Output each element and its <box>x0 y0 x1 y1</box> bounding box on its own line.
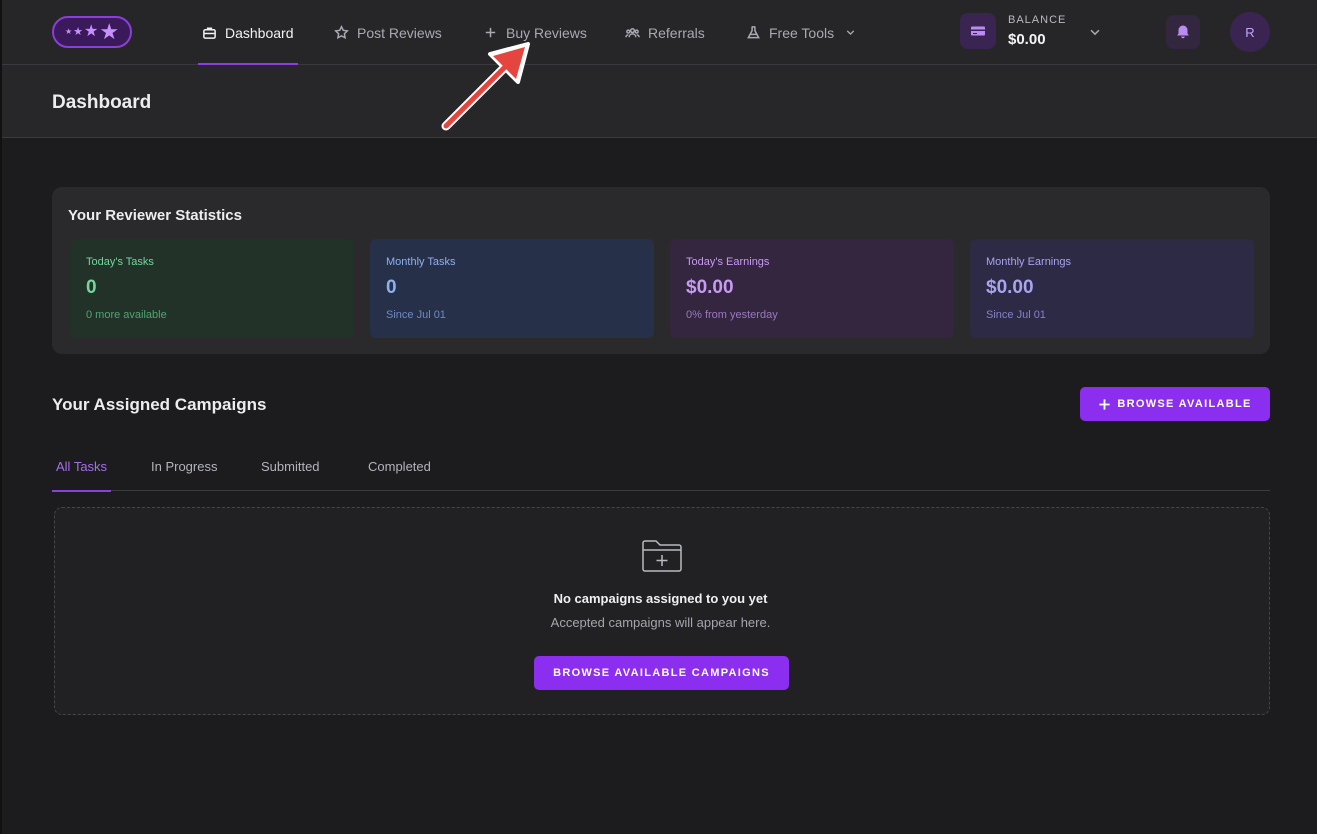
folder-plus-icon <box>641 538 683 574</box>
nav-item-referrals[interactable]: Referrals <box>625 0 705 65</box>
chevron-down-icon[interactable] <box>1088 25 1102 39</box>
page-header <box>2 65 1317 138</box>
nav-item-label: Free Tools <box>769 24 835 41</box>
balance-label: BALANCE <box>1008 14 1067 26</box>
stat-subtext: Since Jul 01 <box>386 309 446 321</box>
tab-completed[interactable]: Completed <box>368 442 431 491</box>
empty-state-subtitle: Accepted campaigns will appear here. <box>550 615 771 630</box>
avatar[interactable]: R <box>1230 12 1270 52</box>
chevron-down-icon <box>846 30 855 36</box>
stat-label: Monthly Tasks <box>386 256 456 268</box>
users-icon <box>625 28 640 38</box>
stat-card-todays-earnings: Today's Earnings $0.00 0% from yesterday <box>670 239 954 338</box>
stat-card-todays-tasks: Today's Tasks 0 0 more available <box>70 239 354 338</box>
stat-card-monthly-tasks: Monthly Tasks 0 Since Jul 01 <box>370 239 654 338</box>
logo[interactable]: ★ ★ ★ ★ <box>52 16 132 48</box>
tab-all-tasks[interactable]: All Tasks <box>52 442 112 492</box>
stat-subtext: 0 more available <box>86 309 167 321</box>
campaigns-title: Your Assigned Campaigns <box>52 395 267 414</box>
nav-item-label: Referrals <box>648 24 705 41</box>
annotation-arrow-icon <box>441 42 530 131</box>
stat-card-monthly-earnings: Monthly Earnings $0.00 Since Jul 01 <box>970 239 1254 338</box>
nav-item-dashboard[interactable]: Dashboard <box>198 0 297 65</box>
nav-item-post-reviews[interactable]: Post Reviews <box>334 0 442 65</box>
page-title: Dashboard <box>52 92 152 113</box>
stat-value: $0.00 <box>986 277 1034 298</box>
balance-value: $0.00 <box>1008 31 1046 48</box>
star-icon: ★ <box>99 19 120 44</box>
browse-available-button[interactable]: BROWSE AVAILABLE <box>1080 387 1270 421</box>
nav-item-label: Post Reviews <box>357 24 442 41</box>
top-navigation: ★ ★ ★ ★ Dashboard Post Reviews Buy Revie… <box>2 0 1317 65</box>
statistics-title: Your Reviewer Statistics <box>68 207 242 224</box>
bell-icon[interactable] <box>1166 15 1200 49</box>
star-icon: ★ <box>73 25 83 38</box>
star-icon: ★ <box>83 23 99 40</box>
stat-label: Today's Earnings <box>686 256 770 268</box>
browse-available-campaigns-button[interactable]: BROWSE AVAILABLE CAMPAIGNS <box>534 656 789 690</box>
campaign-tabs: All Tasks In Progress Submitted Complete… <box>52 442 1270 492</box>
stat-value: $0.00 <box>686 277 734 298</box>
stat-value: 0 <box>386 277 397 298</box>
page: ★ ★ ★ ★ Dashboard Post Reviews Buy Revie… <box>0 0 1317 834</box>
nav-item-free-tools[interactable]: Free Tools <box>746 0 857 65</box>
nav-item-label: Dashboard <box>225 24 294 41</box>
star-icon: ★ <box>64 27 73 36</box>
star-icon <box>334 25 349 40</box>
flask-icon <box>747 26 760 39</box>
tab-in-progress[interactable]: In Progress <box>151 442 217 491</box>
stat-subtext: 0% from yesterday <box>686 309 778 321</box>
plus-icon <box>1099 398 1110 410</box>
browse-available-label: BROWSE AVAILABLE <box>1117 398 1252 410</box>
briefcase-icon <box>203 27 216 39</box>
stat-subtext: Since Jul 01 <box>986 309 1046 321</box>
plus-icon <box>485 27 496 38</box>
nav-item-label: Buy Reviews <box>506 24 587 41</box>
stat-value: 0 <box>86 277 97 298</box>
stat-label: Today's Tasks <box>86 256 154 268</box>
empty-state-title: No campaigns assigned to you yet <box>553 591 768 606</box>
tab-submitted[interactable]: Submitted <box>261 442 320 491</box>
wallet-icon[interactable] <box>960 13 996 49</box>
stat-label: Monthly Earnings <box>986 256 1071 268</box>
